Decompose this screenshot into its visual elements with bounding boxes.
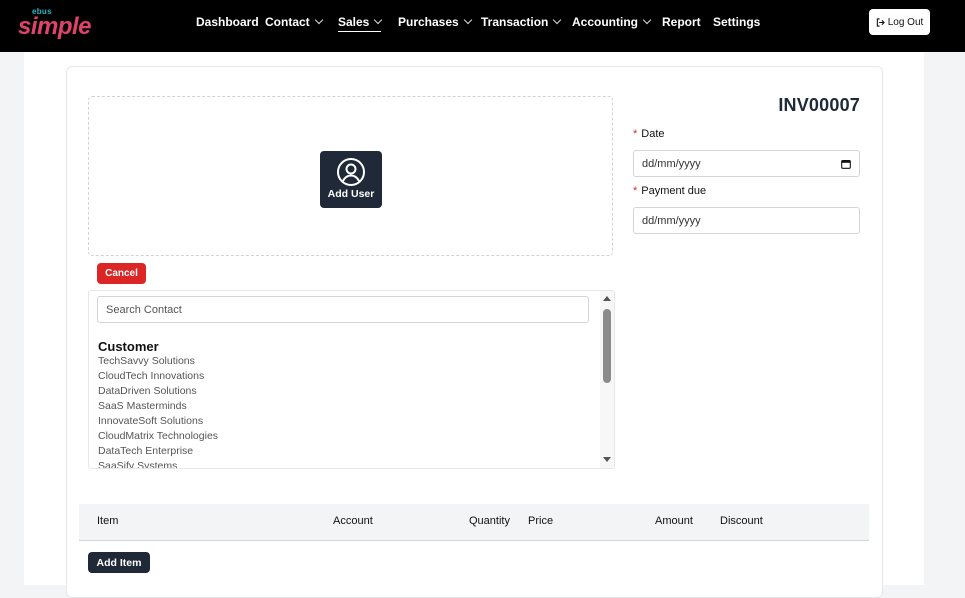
contact-list-item[interactable]: TechSavvy Solutions [98,354,218,369]
nav-item-label: Settings [713,15,761,29]
chevron-down-icon [553,15,562,25]
column-header-price: Price [528,515,554,527]
payment-due-label: * Payment due [633,185,706,197]
contact-list-item[interactable]: SaaSify Systems [98,459,218,468]
payment-due-input[interactable]: dd/mm/yyyy [633,207,860,234]
date-label-text: Date [641,128,665,140]
contact-list-scrollbar[interactable] [600,291,614,468]
nav-item-label: Report [662,15,701,29]
contact-list-item[interactable]: DataDriven Solutions [98,384,218,399]
required-marker: * [633,128,638,140]
nav-item-label: Accounting [572,15,638,29]
chevron-down-icon [314,15,323,25]
logout-button[interactable]: Log Out [869,9,930,35]
nav-item-label: Contact [265,15,310,29]
column-header-item: Item [97,515,119,527]
nav-item-label: Sales [338,15,370,29]
chevron-down-icon [463,15,472,25]
nav-item-label: Purchases [398,15,459,29]
brand-logo-text: simple [18,13,92,40]
nav-item-report[interactable]: Report [662,15,701,29]
contact-picker: Customer TechSavvy Solutions CloudTech I… [88,290,615,469]
nav-item-purchases[interactable]: Purchases [398,15,472,29]
contact-list: TechSavvy Solutions CloudTech Innovation… [98,354,218,468]
payment-due-placeholder: dd/mm/yyyy [642,214,701,227]
nav-item-accounting[interactable]: Accounting [572,15,652,29]
column-header-account: Account [333,515,373,527]
nav-item-label: Transaction [481,15,549,29]
top-navbar: ebus simple Dashboard Contact Sales Purc… [0,0,965,52]
required-marker: * [633,185,638,197]
nav-item-settings[interactable]: Settings [713,15,760,29]
column-header-amount: Amount [655,515,693,527]
calendar-icon[interactable] [841,159,851,169]
items-table-header: Item Account Quantity Price Amount Disco… [79,504,869,541]
add-user-label: Add User [327,188,375,200]
add-user-button[interactable]: Add User [320,151,382,208]
invoice-number: INV00007 [778,95,860,115]
chevron-down-icon [374,15,383,25]
logout-label: Log Out [887,16,924,28]
scrollbar-thumb[interactable] [603,309,611,383]
payment-due-label-text: Payment due [641,185,707,197]
scroll-up-arrow-icon[interactable] [603,296,611,301]
add-item-button[interactable]: Add Item [88,552,150,573]
nav-item-sales[interactable]: Sales [338,15,383,32]
nav-item-transaction[interactable]: Transaction [481,15,562,29]
contact-list-item[interactable]: CloudTech Innovations [98,369,218,384]
date-input[interactable]: dd/mm/yyyy [633,150,860,177]
contact-list-item[interactable]: DataTech Enterprise [98,444,218,459]
search-contact-input[interactable] [97,296,589,323]
user-circle-icon [337,158,365,186]
scroll-down-arrow-icon[interactable] [603,457,611,462]
column-header-quantity: Quantity [469,515,510,527]
column-header-discount: Discount [720,515,763,527]
cancel-button[interactable]: Cancel [97,263,146,284]
brand-logo[interactable]: ebus simple [16,6,92,42]
date-label: * Date [633,128,665,140]
nav-item-dashboard[interactable]: Dashboard [196,15,259,29]
date-input-placeholder: dd/mm/yyyy [642,157,701,170]
logout-icon [876,17,885,27]
nav-item-contact[interactable]: Contact [265,15,323,29]
chevron-down-icon [642,15,652,25]
contact-list-item[interactable]: InnovateSoft Solutions [98,414,218,429]
contact-group-title: Customer [98,339,159,354]
nav-item-label: Dashboard [196,15,259,29]
contact-list-item[interactable]: SaaS Masterminds [98,399,218,414]
contact-list-item[interactable]: CloudMatrix Technologies [98,429,218,444]
